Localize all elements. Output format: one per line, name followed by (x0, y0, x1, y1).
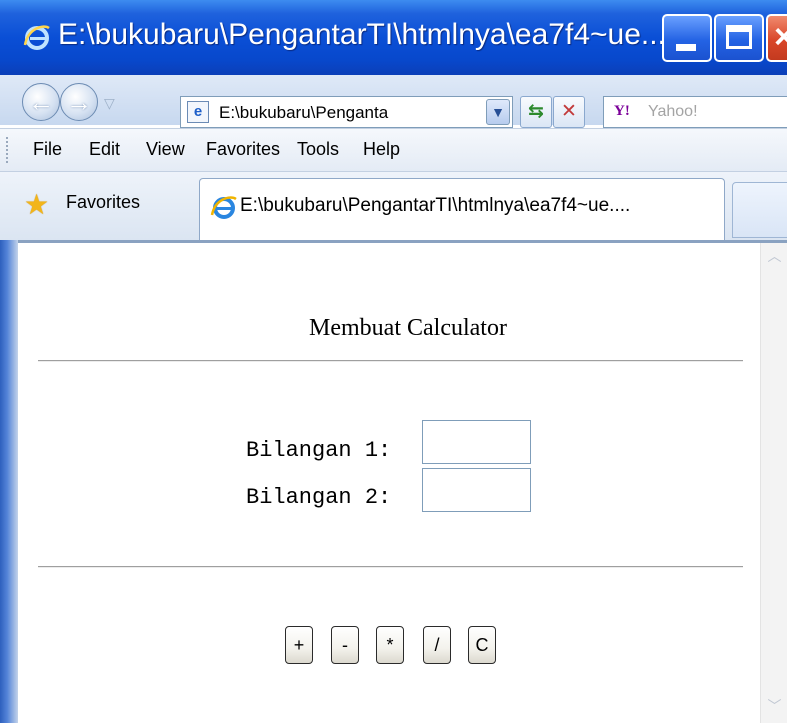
new-tab-button[interactable] (732, 182, 787, 238)
title-bar[interactable]: E:\bukubaru\PengantarTI\htmlnya\ea7f4~ue… (0, 0, 787, 75)
arrow-left-icon: ← (28, 87, 54, 117)
search-placeholder: Yahoo! (648, 103, 698, 120)
bilangan-1-input[interactable] (422, 420, 531, 464)
refresh-icon: ⇆ (528, 101, 544, 122)
page-title: Membuat Calculator (309, 315, 507, 341)
menu-help[interactable]: Help (363, 139, 400, 160)
close-icon: × (774, 20, 787, 54)
address-dropdown-button[interactable]: ▼ (486, 99, 510, 125)
close-window-button[interactable]: × (766, 14, 787, 62)
forward-button[interactable]: → (60, 83, 98, 121)
vertical-scrollbar[interactable]: ︿ ﹀ (760, 243, 787, 723)
menu-edit[interactable]: Edit (89, 139, 120, 160)
back-button[interactable]: ← (22, 83, 60, 121)
horizontal-divider (38, 566, 743, 568)
window-left-edge (0, 240, 18, 723)
favorites-button[interactable]: Favorites (66, 192, 140, 213)
internet-explorer-icon (23, 25, 50, 50)
recent-pages-dropdown-icon[interactable]: ▽ (104, 95, 115, 112)
address-url[interactable]: E:\bukubaru\Penganta (219, 103, 454, 123)
menu-view[interactable]: View (146, 139, 185, 160)
page-content: Membuat Calculator Bilangan 1: Bilangan … (18, 243, 760, 723)
maximize-icon (726, 25, 752, 49)
bilangan-2-input[interactable] (422, 468, 531, 512)
toolbar-grip[interactable] (6, 137, 11, 163)
search-input[interactable]: Y! Yahoo! (603, 96, 787, 128)
subtract-button[interactable]: - (331, 626, 359, 664)
arrow-right-icon: → (66, 87, 92, 117)
internet-explorer-icon (210, 196, 237, 219)
chevron-down-icon: ▼ (491, 104, 505, 120)
tab-title: E:\bukubaru\PengantarTI\htmlnya\ea7f4~ue… (240, 195, 631, 216)
menu-bar: File Edit View Favorites Tools Help (0, 128, 787, 172)
bilangan-1-label: Bilangan 1: (246, 438, 392, 463)
window-title: E:\bukubaru\PengantarTI\htmlnya\ea7f4~ue… (58, 18, 675, 51)
stop-button[interactable]: ✕ (553, 96, 585, 128)
add-button[interactable]: + (285, 626, 313, 664)
address-field[interactable]: e E:\bukubaru\Penganta ▼ (180, 96, 513, 128)
scroll-down-icon[interactable]: ﹀ (761, 693, 787, 719)
multiply-button[interactable]: * (376, 626, 404, 664)
refresh-button[interactable]: ⇆ (520, 96, 552, 128)
page-icon: e (187, 101, 209, 123)
yahoo-logo-icon: Y! (614, 103, 630, 119)
favorites-star-icon: ★ (24, 189, 50, 220)
divide-button[interactable]: / (423, 626, 451, 664)
menu-file[interactable]: File (33, 139, 62, 160)
maximize-button[interactable] (714, 14, 764, 62)
menu-favorites[interactable]: Favorites (206, 139, 280, 160)
menu-tools[interactable]: Tools (297, 139, 339, 160)
bilangan-2-label: Bilangan 2: (246, 485, 392, 510)
minimize-button[interactable] (662, 14, 712, 62)
minimize-icon (676, 44, 696, 51)
stop-icon: ✕ (561, 101, 577, 122)
scroll-up-icon[interactable]: ︿ (761, 243, 787, 269)
browser-tab-active[interactable]: E:\bukubaru\PengantarTI\htmlnya\ea7f4~ue… (199, 178, 725, 240)
horizontal-divider (38, 360, 743, 362)
clear-button[interactable]: C (468, 626, 496, 664)
